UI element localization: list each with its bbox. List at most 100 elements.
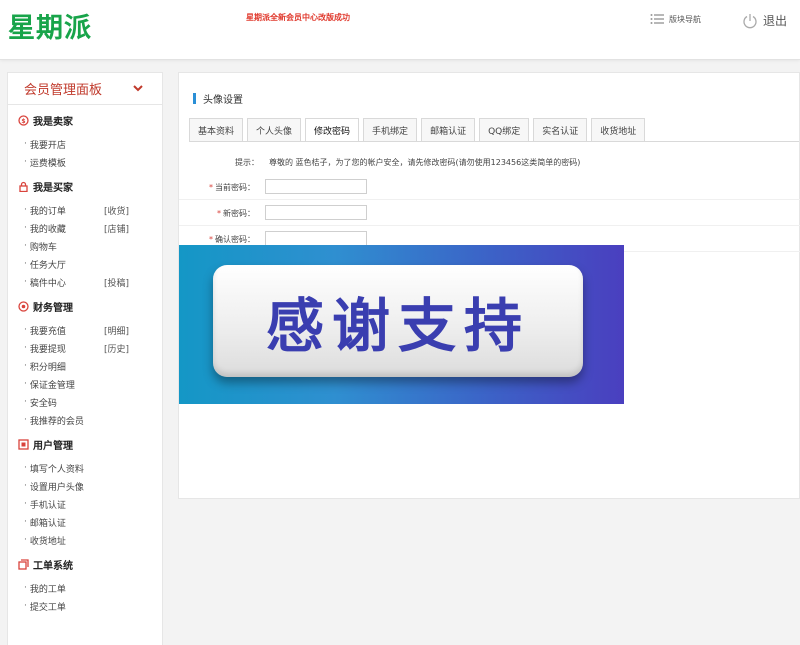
site-logo[interactable]: 星期派 — [8, 6, 92, 45]
tab-3[interactable]: 手机绑定 — [363, 118, 418, 142]
sidebar-section-header[interactable]: 财务管理 — [18, 297, 162, 315]
sidebar-section-header[interactable]: 工单系统 — [18, 555, 162, 573]
sidebar-item-label: 我的订单 — [29, 206, 66, 217]
section-nav-button[interactable]: 版块导航 — [650, 13, 701, 25]
sidebar-item-label: 运费模板 — [29, 158, 66, 169]
top-header: 星期派 星期派全新会员中心改版成功 版块导航 退出 — [0, 0, 800, 60]
field-label: * 确认密码： — [209, 234, 255, 245]
sidebar-item-label: 安全码 — [29, 398, 57, 409]
section-nav-label: 版块导航 — [669, 14, 701, 24]
svg-text:$: $ — [21, 118, 25, 125]
logout-label: 退出 — [763, 14, 788, 28]
sidebar-item-tag-link[interactable]: [投稿] — [104, 276, 129, 289]
tab-1[interactable]: 个人头像 — [247, 118, 302, 142]
sidebar-section-title: 用户管理 — [33, 440, 73, 452]
sidebar-item[interactable]: 我要开店 — [18, 135, 162, 153]
sidebar-section: 用户管理填写个人资料设置用户头像手机认证邮箱认证收货地址 — [8, 435, 162, 549]
sidebar-item[interactable]: 手机认证 — [18, 495, 162, 513]
header-notice[interactable]: 星期派全新会员中心改版成功 — [246, 12, 350, 23]
sidebar-item-list: 填写个人资料设置用户头像手机认证邮箱认证收货地址 — [18, 459, 162, 549]
sidebar-item-label: 我要开店 — [29, 140, 66, 151]
sidebar-item-tag-link[interactable]: [历史] — [104, 342, 129, 355]
sidebar-item-list: 我的工单提交工单 — [18, 579, 162, 615]
logout-button[interactable]: 退出 — [742, 12, 787, 29]
sidebar-item-label: 手机认证 — [29, 500, 66, 511]
password-form-row: * 新密码： — [179, 200, 800, 226]
sidebar-item-tag-link[interactable]: [收货] — [104, 204, 129, 217]
sidebar-item[interactable]: 安全码 — [18, 393, 162, 411]
tab-6[interactable]: 实名认证 — [533, 118, 588, 142]
sidebar-item-label: 我推荐的会员 — [29, 416, 84, 427]
sidebar-item-list: 我的订单 [收货] 我的收藏 [店铺] 购物车任务大厅稿件中心 [投稿] — [18, 201, 162, 291]
sidebar-section-title: 财务管理 — [33, 302, 73, 314]
field-label: * 新密码： — [217, 208, 255, 219]
required-star: * — [217, 209, 221, 218]
sidebar-item-list: 我要充值 [明细] 我要提现 [历史] 积分明细保证金管理安全码我推荐的会员 — [18, 321, 162, 429]
chevron-down-icon — [133, 85, 143, 92]
sidebar-item[interactable]: 积分明细 — [18, 357, 162, 375]
required-star: * — [209, 235, 213, 244]
panel-header[interactable]: 会员管理面板 — [8, 73, 162, 105]
password-input[interactable] — [265, 179, 367, 194]
required-star: * — [209, 183, 213, 192]
sidebar-section: 工单系统我的工单提交工单 — [8, 555, 162, 615]
field-label-text: 新密码： — [223, 209, 255, 218]
sidebar-item-label: 稿件中心 — [29, 278, 66, 289]
sidebar-item[interactable]: 我的订单 [收货] — [18, 201, 162, 219]
sidebar-item-label: 任务大厅 — [29, 260, 66, 271]
sidebar-item[interactable]: 邮箱认证 — [18, 513, 162, 531]
member-sidebar: 会员管理面板 $ 我是卖家我要开店运费模板我是买家我的订单 [收货] 我的收藏 [店铺]… — [7, 72, 163, 645]
tab-divider — [189, 141, 799, 142]
tip-row: 提示： 尊敬的 蓝色桔子，为了您的帐户安全，请先修改密码(请勿使用123456这… — [235, 157, 580, 168]
sidebar-item-tag-link[interactable]: [明细] — [104, 324, 129, 337]
password-form-row: * 当前密码： — [179, 174, 800, 200]
sidebar-section-header[interactable]: 我是买家 — [18, 177, 162, 195]
sidebar-item[interactable]: 收货地址 — [18, 531, 162, 549]
sidebar-item[interactable]: 稿件中心 [投稿] — [18, 273, 162, 291]
sidebar-section-header[interactable]: 用户管理 — [18, 435, 162, 453]
sidebar-item-label: 我的工单 — [29, 584, 66, 595]
password-input[interactable] — [265, 231, 367, 246]
sidebar-section-title: 工单系统 — [33, 560, 73, 572]
sidebar-section-header[interactable]: $ 我是卖家 — [18, 111, 162, 129]
sidebar-item-label: 邮箱认证 — [29, 518, 66, 529]
sidebar-item[interactable]: 设置用户头像 — [18, 477, 162, 495]
sidebar-section: 我是买家我的订单 [收货] 我的收藏 [店铺] 购物车任务大厅稿件中心 [投稿] — [8, 177, 162, 291]
sidebar-item[interactable]: 提交工单 — [18, 597, 162, 615]
sidebar-item-tag-link[interactable]: [店铺] — [104, 222, 129, 235]
tab-bar: 基本资料 个人头像 修改密码 手机绑定 邮箱认证 QQ绑定 实名认证 收货地址 — [189, 118, 646, 142]
sidebar-item[interactable]: 运费模板 — [18, 153, 162, 171]
finance-icon — [18, 300, 29, 312]
password-input[interactable] — [265, 205, 367, 220]
tab-0[interactable]: 基本资料 — [189, 118, 244, 142]
sidebar-item[interactable]: 我要提现 [历史] — [18, 339, 162, 357]
sidebar-item-label: 收货地址 — [29, 536, 66, 547]
sidebar-item[interactable]: 我推荐的会员 — [18, 411, 162, 429]
card-title: 头像设置 — [193, 91, 243, 106]
tip-text: 尊敬的 蓝色桔子，为了您的帐户安全，请先修改密码(请勿使用123456这类简单的… — [269, 158, 581, 167]
sidebar-item-label: 我要提现 — [29, 344, 66, 355]
banner-plate: 感谢支持 — [213, 265, 583, 377]
sidebar-item[interactable]: 我的工单 — [18, 579, 162, 597]
field-label-text: 确认密码： — [215, 235, 255, 244]
sidebar-item[interactable]: 填写个人资料 — [18, 459, 162, 477]
sidebar-item[interactable]: 我要充值 [明细] — [18, 321, 162, 339]
sidebar-section: $ 我是卖家我要开店运费模板 — [8, 111, 162, 171]
sidebar-item-label: 填写个人资料 — [29, 464, 84, 475]
tab-2[interactable]: 修改密码 — [305, 118, 360, 142]
sidebar-item[interactable]: 我的收藏 [店铺] — [18, 219, 162, 237]
field-label: * 当前密码： — [209, 182, 255, 193]
field-label-text: 当前密码： — [215, 183, 255, 192]
tab-4[interactable]: 邮箱认证 — [421, 118, 476, 142]
tab-7[interactable]: 收货地址 — [591, 118, 646, 142]
sidebar-item[interactable]: 保证金管理 — [18, 375, 162, 393]
sidebar-item-label: 提交工单 — [29, 602, 66, 613]
lock-icon — [18, 181, 29, 192]
tip-label: 提示： — [235, 158, 259, 167]
sidebar-item[interactable]: 购物车 — [18, 237, 162, 255]
sidebar-section: 财务管理我要充值 [明细] 我要提现 [历史] 积分明细保证金管理安全码我推荐的会员 — [8, 297, 162, 429]
banner-text: 感谢支持 — [265, 292, 530, 360]
thanks-banner: 感谢支持 — [179, 245, 624, 404]
sidebar-item[interactable]: 任务大厅 — [18, 255, 162, 273]
tab-5[interactable]: QQ绑定 — [479, 118, 530, 142]
